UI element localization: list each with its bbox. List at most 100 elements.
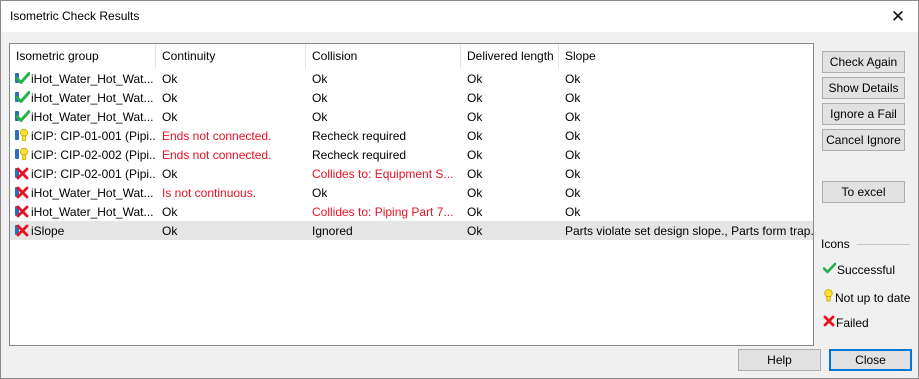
cell-delivered-length: Ok [467,186,483,200]
table-row[interactable]: iHot_Water_Hot_Wat... Ok Ok Ok Ok [10,69,813,88]
group-label: iHot_Water_Hot_Wat... [31,72,154,86]
cell-isometric-group: iSlope [10,221,156,240]
cell-slope: Ok [565,129,581,143]
column-header-delivered-length[interactable]: Delivered length [461,44,559,69]
cell-isometric-group: iHot_Water_Hot_Wat... [10,202,156,221]
group-label: iHot_Water_Hot_Wat... [31,110,154,124]
cell-continuity: Ok [162,205,178,219]
column-header-slope[interactable]: Slope [559,44,813,69]
cell-continuity: Ok [162,72,178,86]
cell-collision: Recheck required [312,148,407,162]
check-icon [14,72,31,85]
cell-delivered-length: Ok [467,72,483,86]
table-row[interactable]: iCIP: CIP-01-001 (Pipi... Ends not connec… [10,126,813,145]
cell-continuity: Ok [162,167,178,181]
cell-delivered-length: Ok [467,167,483,181]
check-icon [14,91,31,104]
cell-delivered-length: Ok [467,91,483,105]
group-label: iSlope [31,224,65,238]
cell-isometric-group: iHot_Water_Hot_Wat... [10,183,156,202]
table-row[interactable]: iHot_Water_Hot_Wat... Ok Collides to: Pipi… [10,202,813,221]
group-label: iHot_Water_Hot_Wat... [31,91,154,105]
cell-slope: Ok [565,167,581,181]
cell-isometric-group: iHot_Water_Hot_Wat... [10,88,156,107]
failed-icon [14,224,31,237]
cell-isometric-group: iCIP: CIP-01-001 (Pipi... [10,126,156,145]
check-again-button[interactable]: Check Again [822,51,905,73]
legend-failed: Failed [823,315,869,330]
cell-continuity: Ok [162,91,178,105]
cell-collision: Ok [312,91,328,105]
legend-divider [857,244,910,245]
cell-slope: Parts violate set design slope., Parts f… [565,224,813,238]
cell-slope: Ok [565,72,581,86]
group-label: iCIP: CIP-02-001 (Pipi... [31,167,156,181]
cell-delivered-length: Ok [467,129,483,143]
not-up-to-date-icon [14,147,31,161]
ignore-fail-button[interactable]: Ignore a Fail [822,103,905,125]
legend-not-up-to-date-label: Not up to date [835,290,911,305]
group-label: iHot_Water_Hot_Wat... [31,205,154,219]
column-header-continuity[interactable]: Continuity [156,44,306,69]
column-header-isometric-group[interactable]: Isometric group [10,44,156,69]
icons-legend-title: Icons [821,237,850,251]
cell-collision: Ok [312,186,328,200]
column-header-collision[interactable]: Collision [306,44,461,69]
cancel-ignore-button[interactable]: Cancel Ignore [822,129,905,151]
results-list[interactable]: Isometric group Continuity Collision Del… [9,43,814,346]
not-up-to-date-icon [14,128,31,142]
table-row[interactable]: iCIP: CIP-02-001 (Pipi... Ok Collides to: … [10,164,813,183]
table-row[interactable]: iHot_Water_Hot_Wat... Ok Ok Ok Ok [10,107,813,126]
failed-icon [14,167,31,180]
cell-continuity: Ends not connected. [162,129,272,143]
close-button[interactable]: Close [829,349,912,371]
legend-successful: Successful [822,262,896,277]
cell-delivered-length: Ok [467,205,483,219]
cell-continuity: Ok [162,224,178,238]
close-icon[interactable]: ✕ [878,1,918,32]
list-header: Isometric group Continuity Collision Del… [10,44,813,69]
cell-collision: Collides to: Equipment S... [312,167,454,181]
cell-slope: Ok [565,205,581,219]
failed-icon [823,315,836,330]
cell-collision: Ok [312,72,328,86]
cell-slope: Ok [565,110,581,124]
cell-continuity: Ends not connected. [162,148,272,162]
cell-delivered-length: Ok [467,110,483,124]
group-label: iCIP: CIP-01-001 (Pipi... [31,129,156,143]
failed-icon [14,205,31,218]
legend-successful-label: Successful [837,262,896,277]
dialog-window: Isometric Check Results ✕ Isometric grou… [0,0,919,379]
not-up-to-date-icon [823,289,835,306]
failed-icon [14,186,31,199]
cell-collision: Recheck required [312,129,407,143]
legend-not-up-to-date: Not up to date [823,289,910,306]
cell-collision: Collides to: Piping Part 7... [312,205,454,219]
check-icon [822,262,837,277]
cell-slope: Ok [565,148,581,162]
group-label: iCIP: CIP-02-002 (Pipi... [31,148,156,162]
table-row[interactable]: iCIP: CIP-02-002 (Pipi... Ends not connec… [10,145,813,164]
table-row[interactable]: iSlope Ok Ignored Ok Parts violate set desig… [10,221,813,240]
cell-collision: Ignored [312,224,353,238]
cell-isometric-group: iCIP: CIP-02-002 (Pipi... [10,145,156,164]
table-row[interactable]: iHot_Water_Hot_Wat... Ok Ok Ok Ok [10,88,813,107]
title-bar: Isometric Check Results ✕ [1,1,918,32]
cell-slope: Ok [565,91,581,105]
cell-delivered-length: Ok [467,224,483,238]
to-excel-button[interactable]: To excel [822,181,905,203]
cell-continuity: Ok [162,110,178,124]
legend-failed-label: Failed [836,315,869,330]
cell-isometric-group: iCIP: CIP-02-001 (Pipi... [10,164,156,183]
cell-isometric-group: iHot_Water_Hot_Wat... [10,69,156,88]
table-row[interactable]: iHot_Water_Hot_Wat... Is not continuous. O… [10,183,813,202]
show-details-button[interactable]: Show Details [822,77,905,99]
window-title: Isometric Check Results [10,9,140,23]
help-button[interactable]: Help [738,349,821,371]
cell-collision: Ok [312,110,328,124]
check-icon [14,110,31,123]
group-label: iHot_Water_Hot_Wat... [31,186,154,200]
cell-continuity: Is not continuous. [162,186,257,200]
cell-slope: Ok [565,186,581,200]
cell-isometric-group: iHot_Water_Hot_Wat... [10,107,156,126]
